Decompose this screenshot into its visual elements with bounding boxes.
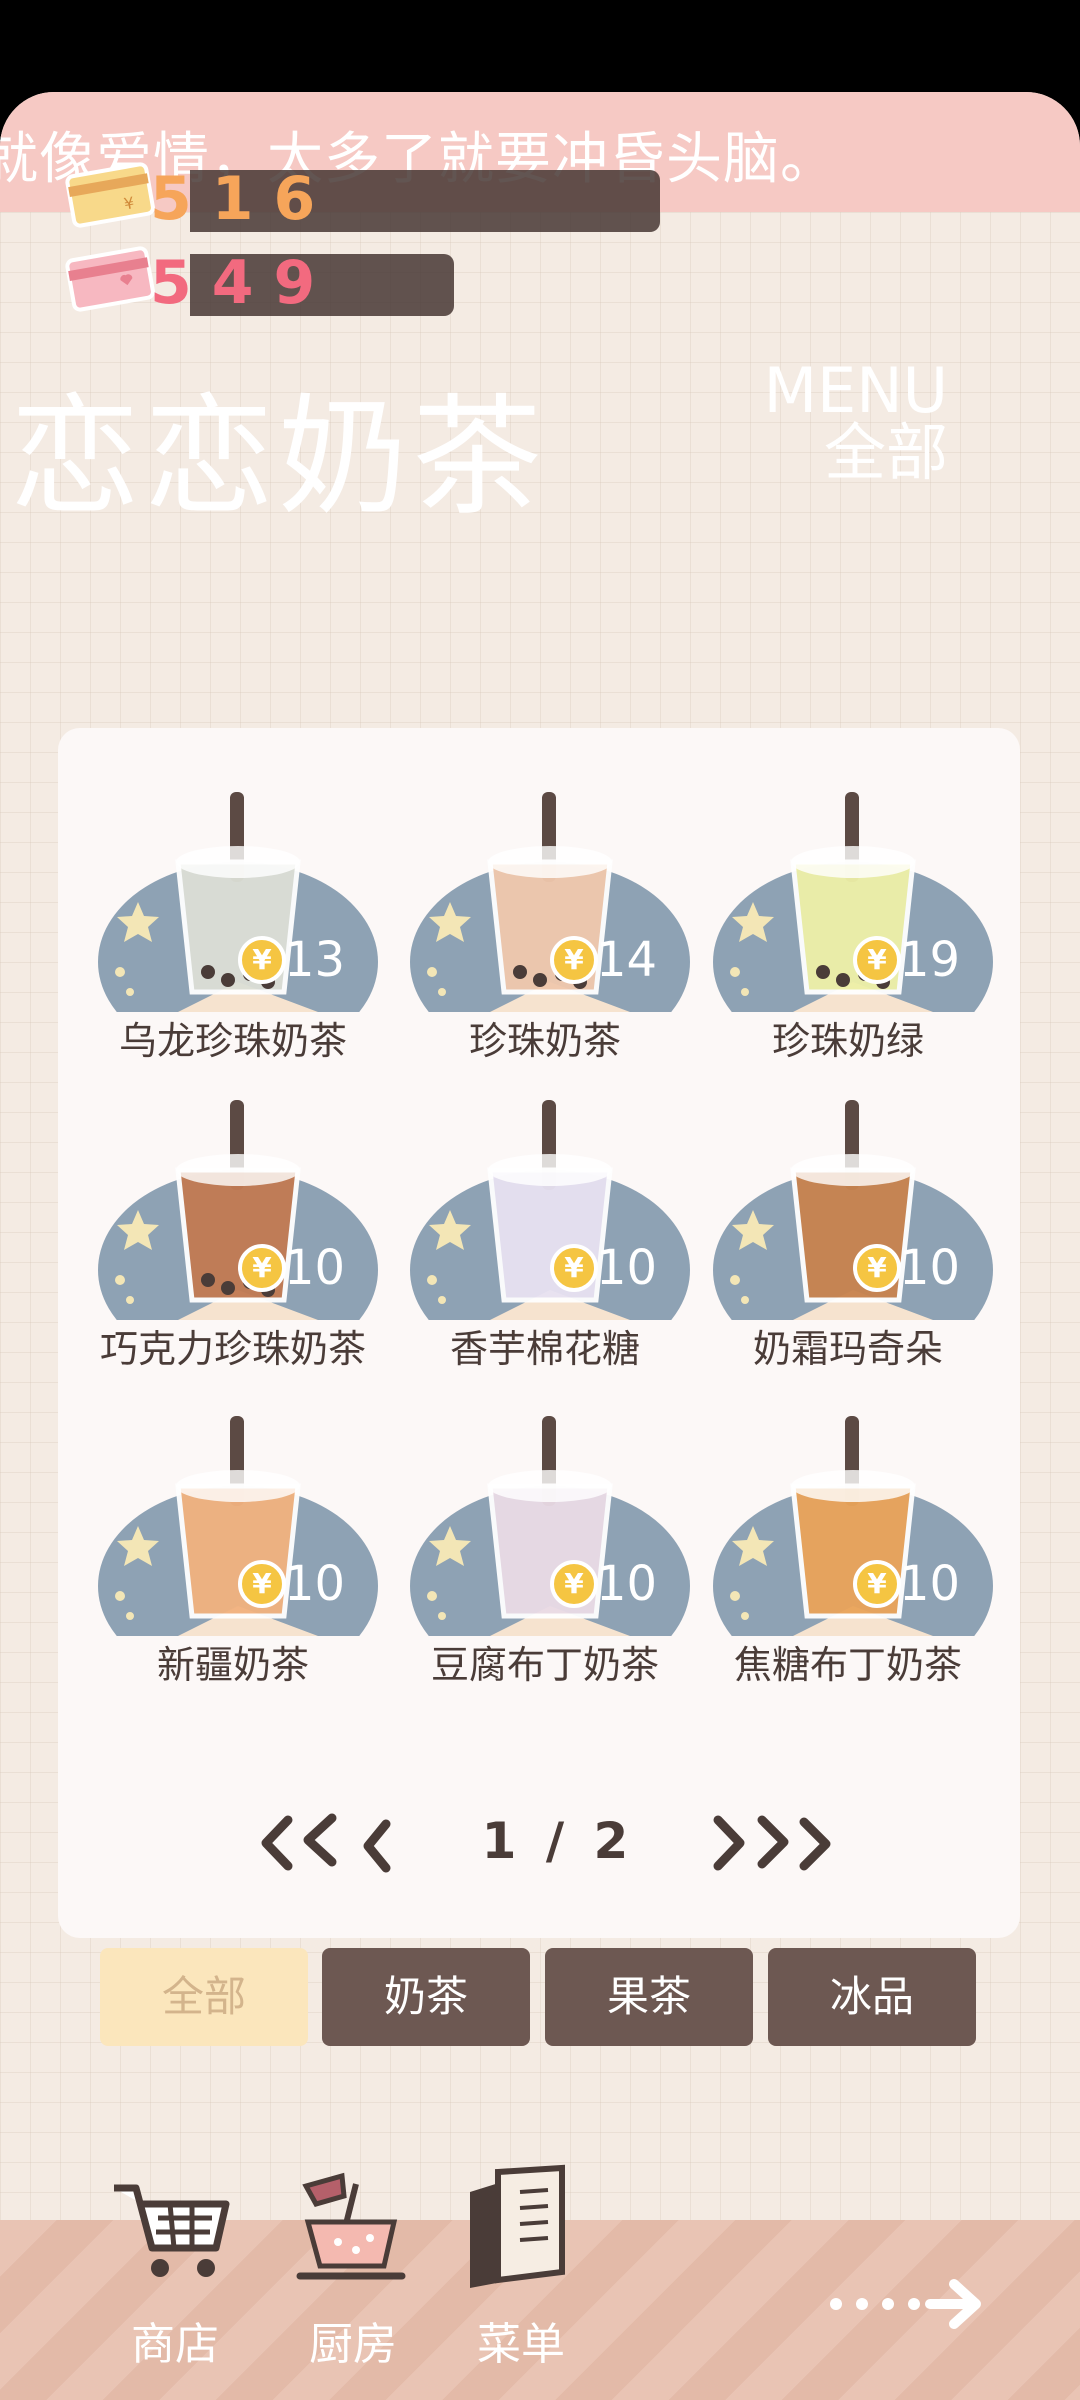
drink-price: 10 [899,1556,961,1612]
drink-price: 10 [596,1556,658,1612]
cart-icon [114,2184,230,2277]
drink-name: 新疆奶茶 [156,1643,309,1687]
price-badge: ¥10 [550,1556,690,1612]
gold-card-icon: ¥ [65,162,155,228]
next-arrow-icon[interactable] [826,2274,986,2334]
coin-icon: ¥ [853,1560,901,1608]
nav-kitchen-button[interactable]: 厨房 [268,2158,438,2370]
drink-item[interactable]: ¥10 巧克力珍珠奶茶 [88,1100,378,1390]
coin-icon: ¥ [550,1244,598,1292]
nav-shop-button[interactable]: 商店 [90,2158,260,2370]
drink-item[interactable]: ¥13 乌龙珍珠奶茶 [88,792,378,1082]
drink-price: 10 [284,1556,346,1612]
coin-icon: ¥ [238,936,286,984]
nav-shop-label: 商店 [131,2319,219,2370]
menu-label: MENU 全部 [764,360,948,484]
price-badge: ¥13 [238,932,378,988]
drink-item[interactable]: ¥10 奶霜玛奇朵 [703,1100,993,1390]
drink-item[interactable]: ¥19 珍珠奶绿 [703,792,993,1082]
nav-menu-label: 菜单 [477,2319,565,2370]
pink-card-icon [65,246,155,312]
coin-icon: ¥ [853,1244,901,1292]
drink-name: 乌龙珍珠奶茶 [118,1019,347,1063]
coin-icon: ¥ [238,1560,286,1608]
drink-name: 珍珠奶茶 [468,1019,621,1063]
drink-item[interactable]: ¥10 新疆奶茶 [88,1416,378,1706]
drink-item[interactable]: ¥10 豆腐布丁奶茶 [400,1416,690,1706]
tab-all[interactable]: 全部 [100,1948,308,2046]
drink-grid: ¥13 乌龙珍珠奶茶 ¥14 珍珠奶茶 ¥19 珍珠奶绿 ¥10 巧克力珍珠奶茶 ¥10 香芋棉花… [58,728,1020,1728]
drink-name: 巧克力珍珠奶茶 [99,1327,366,1371]
category-tabs: 全部 奶茶 果茶 冰品 [100,1948,1000,2048]
drink-name: 豆腐布丁奶茶 [430,1643,659,1687]
gold-currency: ¥ 516 [65,162,660,234]
shop-title: 恋恋奶茶 [10,381,547,533]
nav-kitchen-label: 厨房 [309,2319,397,2370]
drink-item[interactable]: ¥10 焦糖布丁奶茶 [703,1416,993,1706]
menu-label-en: MENU [763,354,948,427]
coin-icon: ¥ [853,936,901,984]
drink-item[interactable]: ¥14 珍珠奶茶 [400,792,690,1082]
gold-currency-value: 516 [150,164,336,234]
coin-icon: ¥ [550,936,598,984]
pink-currency: 549 [65,246,460,318]
drink-name: 香芋棉花糖 [449,1327,640,1371]
drink-price: 10 [596,1240,658,1296]
drink-name: 奶霜玛奇朵 [752,1327,943,1371]
price-badge: ¥10 [853,1240,993,1296]
drink-price: 19 [899,932,961,988]
drink-item[interactable]: ¥10 香芋棉花糖 [400,1100,690,1390]
drink-price: 13 [284,932,346,988]
next-page-icon[interactable] [688,1808,848,1878]
coin-icon: ¥ [550,1560,598,1608]
game-screen: 就像爱情，太多了就要冲昏头脑。 ¥ 516 549 恋恋奶茶 MENU 全部 ¥… [0,92,1080,2400]
pink-currency-value: 549 [150,248,336,318]
drink-price: 10 [899,1240,961,1296]
price-badge: ¥10 [238,1556,378,1612]
menu-label-cn: 全部 [823,416,948,489]
price-badge: ¥10 [853,1556,993,1612]
page-indicator: 1 / 2 [481,1812,635,1870]
prev-page-icon[interactable] [258,1808,418,1878]
price-badge: ¥19 [853,932,993,988]
menu-panel: ¥13 乌龙珍珠奶茶 ¥14 珍珠奶茶 ¥19 珍珠奶绿 ¥10 巧克力珍珠奶茶 ¥10 香芋棉花… [58,728,1020,2046]
price-badge: ¥14 [550,932,690,988]
coin-icon: ¥ [238,1244,286,1292]
drink-name: 焦糖布丁奶茶 [733,1643,962,1687]
drink-name: 珍珠奶绿 [771,1019,924,1063]
price-badge: ¥10 [238,1240,378,1296]
nav-menu-button[interactable]: 菜单 [436,2158,606,2370]
drink-price: 10 [284,1240,346,1296]
price-badge: ¥10 [550,1240,690,1296]
tab-milk-tea[interactable]: 奶茶 [322,1948,530,2046]
menu-book-icon [470,2164,565,2288]
drink-price: 14 [596,932,658,988]
tab-ice[interactable]: 冰品 [768,1948,976,2046]
pager: 1 / 2 [258,1808,858,1878]
kitchen-icon [296,2172,406,2280]
tab-fruit-tea[interactable]: 果茶 [545,1948,753,2046]
